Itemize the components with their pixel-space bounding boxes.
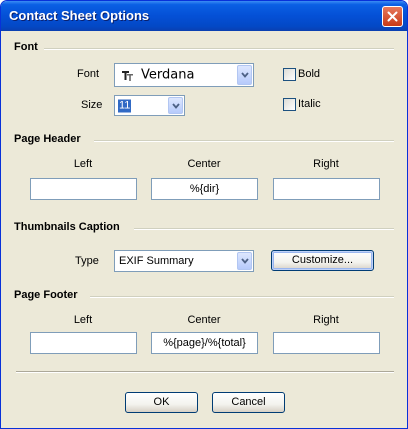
font-select[interactable]: Verdana — [114, 63, 254, 87]
header-left-input[interactable] — [30, 178, 137, 200]
italic-checkbox[interactable] — [283, 98, 296, 111]
footer-left-input[interactable] — [30, 332, 137, 354]
chevron-down-icon — [241, 258, 249, 264]
footer-center-label: Center — [187, 314, 221, 326]
title-bar[interactable]: Contact Sheet Options — [1, 1, 407, 31]
header-center-label: Center — [187, 158, 221, 170]
page-footer-heading: Page Footer — [14, 289, 78, 301]
size-label: Size — [81, 99, 103, 111]
header-right-input[interactable] — [273, 178, 380, 200]
cancel-button[interactable]: Cancel — [212, 392, 285, 413]
page-header-heading: Page Header — [14, 133, 81, 145]
thumbnails-caption-section-line — [134, 228, 394, 230]
size-select[interactable]: 11 — [114, 95, 185, 116]
bottom-divider — [16, 371, 394, 373]
header-right-label: Right — [313, 158, 339, 170]
customize-button[interactable]: Customize... — [271, 250, 374, 271]
size-select-dropdown-button[interactable] — [168, 97, 183, 114]
header-left-label: Left — [73, 158, 93, 170]
footer-center-input[interactable]: %{page}/%{total} — [151, 332, 258, 354]
bold-checkbox[interactable] — [283, 68, 296, 81]
window-title: Contact Sheet Options — [9, 8, 150, 23]
caption-type-label: Type — [75, 255, 99, 267]
font-section-heading: Font — [14, 41, 38, 53]
italic-label: Italic — [298, 98, 321, 110]
caption-type-dropdown-button[interactable] — [237, 252, 252, 270]
page-header-section-line — [94, 140, 394, 142]
chevron-down-icon — [172, 102, 180, 109]
contact-sheet-options-dialog: Contact Sheet Options Font Font Verdana … — [0, 0, 408, 429]
caption-type-value: EXIF Summary — [119, 255, 194, 267]
truetype-font-icon — [122, 71, 133, 81]
chevron-down-icon — [241, 72, 249, 78]
thumbnails-caption-heading: Thumbnails Caption — [14, 221, 120, 233]
font-label: Font — [77, 68, 100, 80]
page-footer-section-line — [90, 296, 394, 298]
size-select-value: 11 — [118, 99, 132, 112]
bold-label: Bold — [298, 68, 321, 80]
font-select-dropdown-button[interactable] — [237, 65, 252, 85]
footer-right-label: Right — [313, 314, 339, 326]
font-select-value: Verdana — [141, 67, 195, 83]
close-button[interactable] — [382, 6, 403, 27]
footer-left-label: Left — [73, 314, 93, 326]
ok-button[interactable]: OK — [125, 392, 198, 413]
close-icon — [387, 11, 398, 22]
font-section-line — [44, 48, 394, 50]
dialog-body: Font Font Verdana Bold Size 11 Italic Pa… — [4, 31, 404, 425]
caption-type-select[interactable]: EXIF Summary — [114, 250, 254, 272]
footer-right-input[interactable] — [273, 332, 380, 354]
header-center-input[interactable]: %{dir} — [151, 178, 258, 200]
